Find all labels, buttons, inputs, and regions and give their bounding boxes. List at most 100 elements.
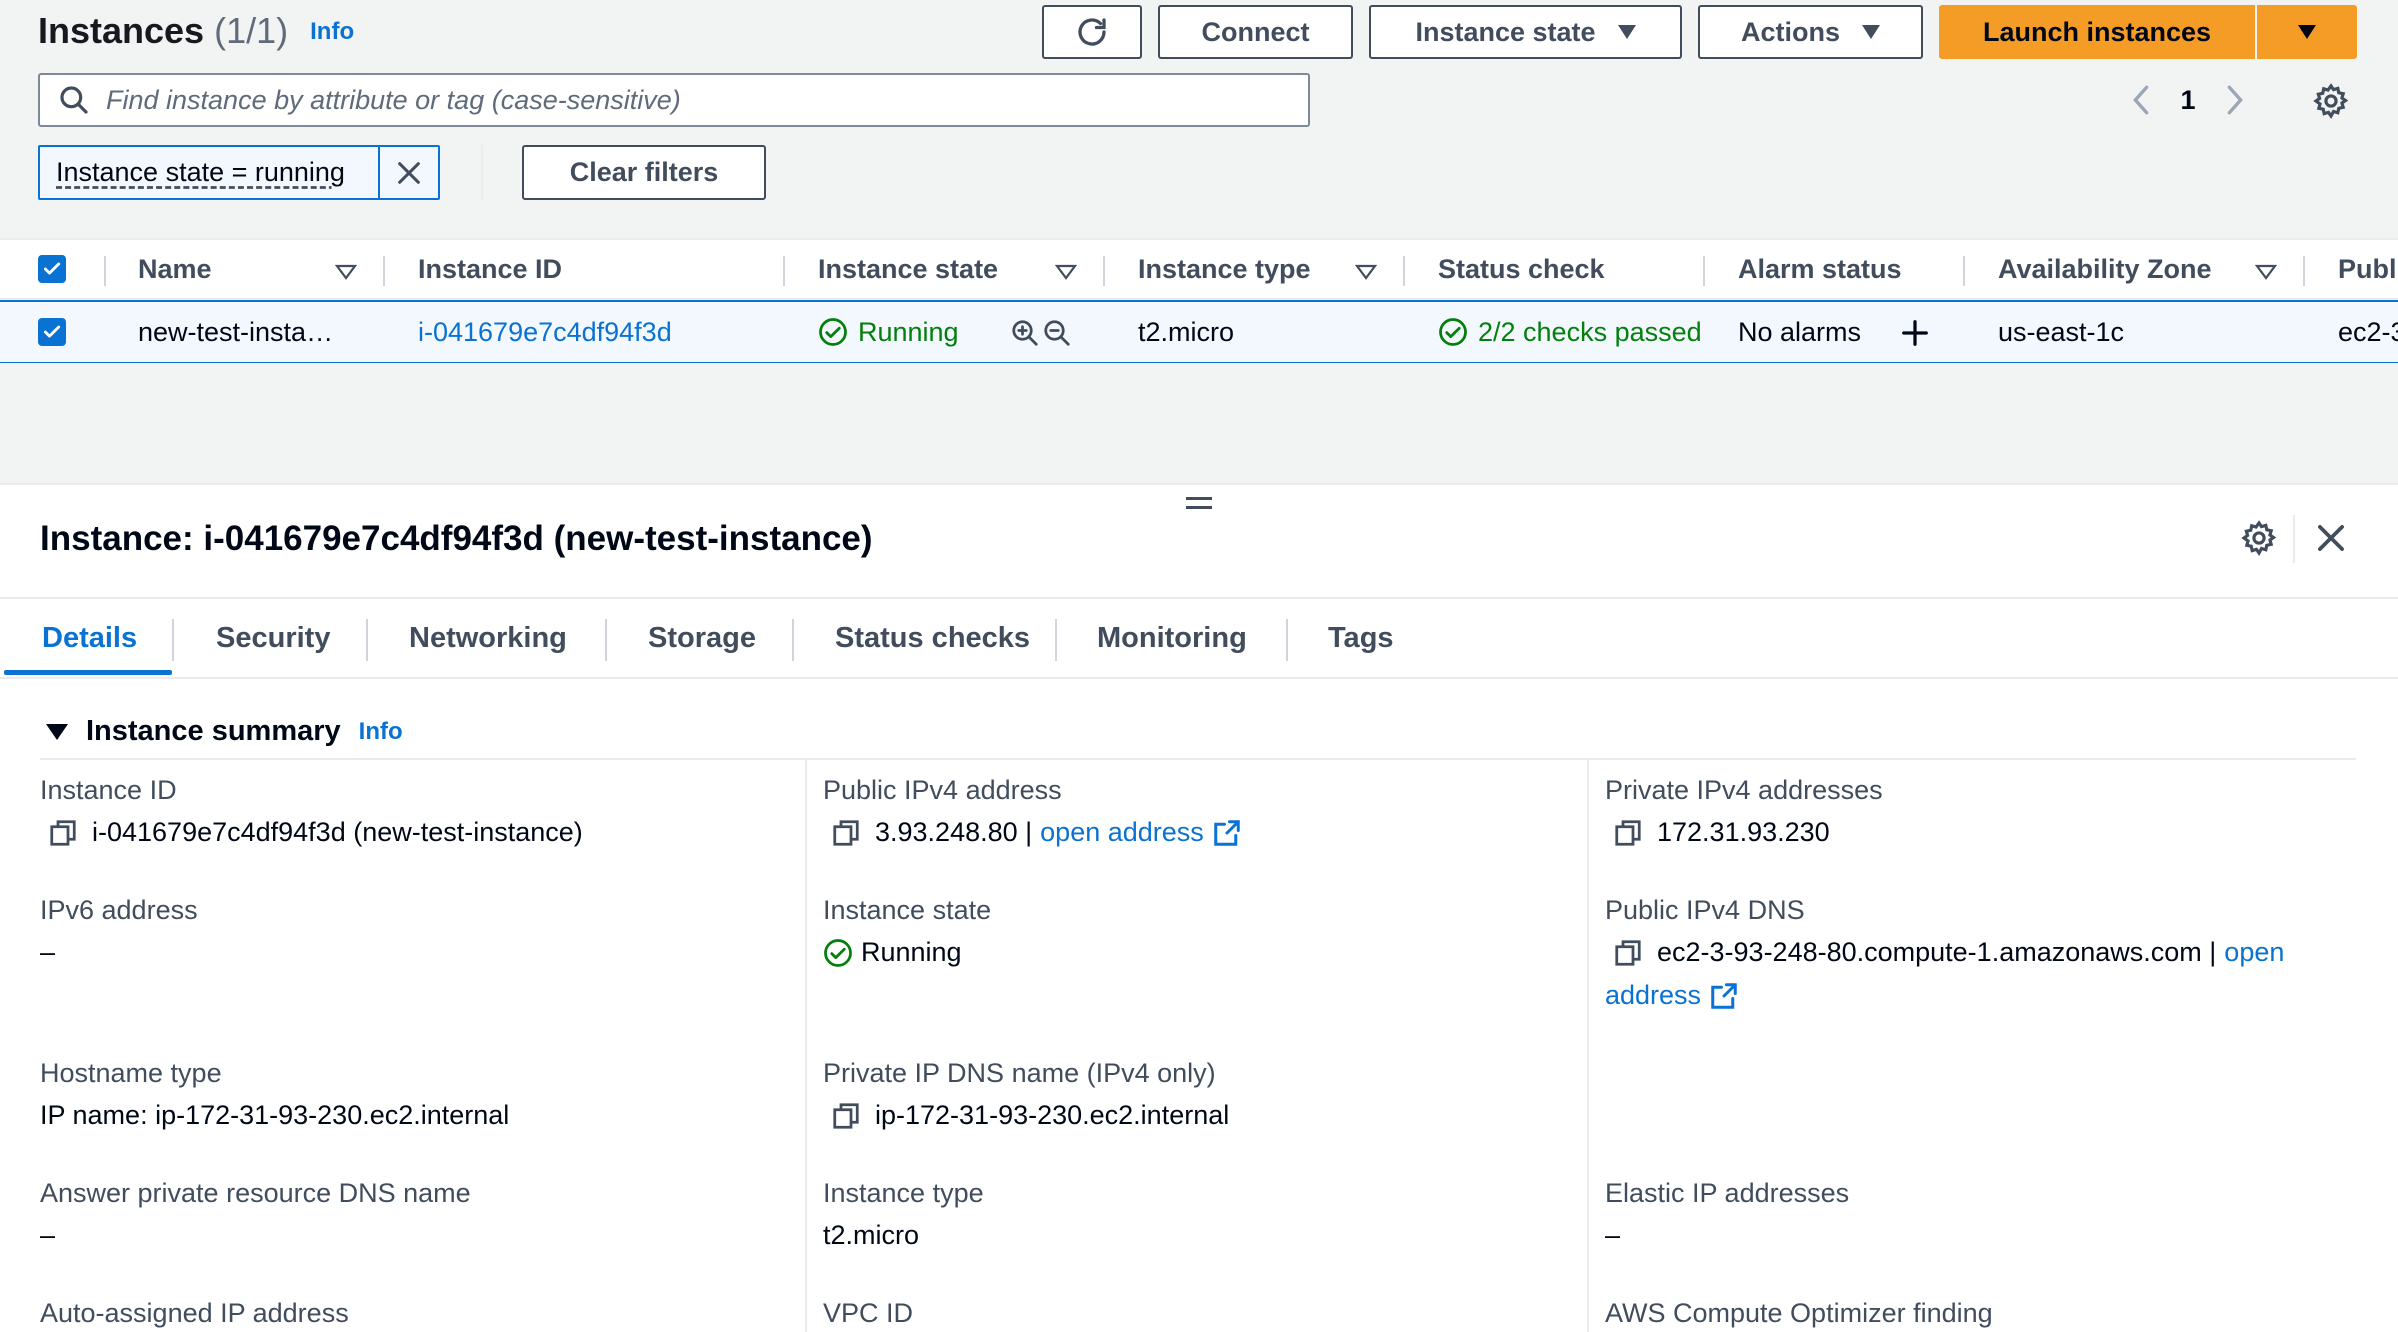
copy-icon[interactable] <box>1613 818 1643 848</box>
page-number[interactable]: 1 <box>2180 85 2195 116</box>
cell-instance-id-link[interactable]: i-041679e7c4df94f3d <box>418 302 672 362</box>
copy-icon[interactable] <box>1613 938 1643 968</box>
cell-availability-zone: us-east-1c <box>1998 316 2125 347</box>
external-link-icon[interactable] <box>1709 981 1739 1011</box>
remove-filter-button[interactable] <box>378 147 438 198</box>
tab-networking[interactable]: Networking <box>409 599 567 677</box>
status-check-text: 2/2 checks passed <box>1478 316 1702 347</box>
checkbox-checked-icon <box>38 318 66 346</box>
filter-token-label[interactable]: Instance state = running <box>40 157 378 188</box>
zoom-in-icon[interactable] <box>1010 318 1040 348</box>
label-compute-optimizer: AWS Compute Optimizer finding <box>1605 1298 1993 1328</box>
select-all-checkbox[interactable] <box>38 240 66 298</box>
actions-button[interactable]: Actions <box>1698 5 1923 59</box>
value-private-ipv4: 172.31.93.230 <box>1613 817 1830 848</box>
column-header-instance-type[interactable]: Instance type <box>1138 240 1311 298</box>
copy-icon[interactable] <box>48 818 78 848</box>
tab-details[interactable]: Details <box>42 599 137 677</box>
resize-handle[interactable] <box>1186 497 1212 515</box>
active-tab-indicator <box>4 670 172 675</box>
filter-caret-icon[interactable] <box>1055 264 1077 280</box>
cell-name: new-test-insta… <box>138 316 334 347</box>
label-answer-dns: Answer private resource DNS name <box>40 1178 471 1208</box>
info-link[interactable]: Info <box>359 718 403 746</box>
value-ipv6: – <box>40 937 56 967</box>
external-link-icon[interactable] <box>1212 818 1242 848</box>
value-instance-state: Running <box>823 937 962 968</box>
panel-title: Instance: i-041679e7c4df94f3d (new-test-… <box>40 519 873 558</box>
search-input[interactable]: Find instance by attribute or tag (case-… <box>38 73 1310 127</box>
label-instance-state: Instance state <box>823 895 992 925</box>
tab-security[interactable]: Security <box>216 599 330 677</box>
copy-icon[interactable] <box>831 1101 861 1131</box>
value-public-dns-continued: address <box>1605 980 1739 1011</box>
filter-caret-icon[interactable] <box>1355 264 1377 280</box>
column-divider <box>1403 256 1405 286</box>
private-dns-text: ip-172-31-93-230.ec2.internal <box>875 1100 1230 1130</box>
copy-icon[interactable] <box>831 818 861 848</box>
label-vpc-id: VPC ID <box>823 1298 914 1328</box>
label-instance-id: Instance ID <box>40 775 177 805</box>
launch-options-button[interactable] <box>2257 5 2357 59</box>
filter-token[interactable]: Instance state = running <box>38 145 440 200</box>
public-ipv4-text: 3.93.248.80 | <box>875 817 1033 847</box>
section-title: Instance summary <box>86 715 341 747</box>
details-split-panel: Instance: i-041679e7c4df94f3d (new-test-… <box>0 483 2398 1332</box>
column-header-alarm-status[interactable]: Alarm status <box>1738 240 1902 298</box>
row-checkbox[interactable] <box>38 302 66 362</box>
instance-state-button[interactable]: Instance state <box>1369 5 1682 59</box>
close-icon[interactable] <box>2312 519 2350 557</box>
label-elastic-ip: Elastic IP addresses <box>1605 1178 1850 1208</box>
gear-icon[interactable] <box>2240 519 2278 557</box>
column-divider <box>805 760 807 1332</box>
value-elastic-ip: – <box>1605 1220 1621 1250</box>
connect-button[interactable]: Connect <box>1158 5 1353 59</box>
instance-state-value-text: Running <box>861 937 962 967</box>
filter-caret-icon[interactable] <box>335 264 357 280</box>
info-link[interactable]: Info <box>310 18 354 45</box>
open-address-link[interactable]: open <box>2224 937 2284 968</box>
instance-summary-header[interactable]: Instance summary Info <box>46 715 403 748</box>
column-header-instance-state[interactable]: Instance state <box>818 240 998 298</box>
cell-alarm-status: No alarms <box>1738 316 1862 347</box>
add-alarm-icon[interactable] <box>1900 318 1930 348</box>
column-header-instance-id[interactable]: Instance ID <box>418 240 562 298</box>
chevron-left-icon[interactable] <box>2128 83 2154 117</box>
tab-divider <box>172 619 174 661</box>
instance-state-text: Running <box>858 316 959 347</box>
refresh-button[interactable] <box>1042 5 1142 59</box>
column-header-status-check[interactable]: Status check <box>1438 240 1605 298</box>
table-row[interactable]: new-test-insta… i-041679e7c4df94f3d Runn… <box>0 300 2398 364</box>
open-address-link[interactable]: open address <box>1040 817 1204 848</box>
chevron-right-icon[interactable] <box>2222 83 2248 117</box>
launch-instances-button[interactable]: Launch instances <box>1939 5 2255 59</box>
tab-storage[interactable]: Storage <box>648 599 756 677</box>
private-ipv4-text: 172.31.93.230 <box>1657 817 1830 847</box>
refresh-icon <box>1078 18 1106 46</box>
gear-icon[interactable] <box>2312 82 2350 120</box>
value-instance-type: t2.micro <box>823 1220 920 1250</box>
clear-filters-button[interactable]: Clear filters <box>522 145 766 200</box>
filter-caret-icon[interactable] <box>2255 264 2277 280</box>
column-header-public-dns[interactable]: Publ <box>2338 240 2397 298</box>
list-empty-area <box>0 363 2398 483</box>
caret-down-icon <box>1862 25 1880 39</box>
actions-button-label: Actions <box>1740 16 1840 47</box>
zoom-out-icon[interactable] <box>1042 318 1072 348</box>
tab-tags[interactable]: Tags <box>1328 599 1394 677</box>
tab-status-checks[interactable]: Status checks <box>835 599 1030 677</box>
column-divider <box>1703 256 1705 286</box>
value-public-ipv4: 3.93.248.80 | open address <box>831 817 1242 848</box>
column-header-availability-zone[interactable]: Availability Zone <box>1998 240 2212 298</box>
column-divider <box>1963 256 1965 286</box>
filter-divider <box>481 145 483 200</box>
caret-down-icon <box>1617 25 1636 39</box>
search-placeholder: Find instance by attribute or tag (case-… <box>106 84 681 115</box>
open-address-link[interactable]: address <box>1605 980 1701 1011</box>
tab-monitoring[interactable]: Monitoring <box>1097 599 1247 677</box>
cell-instance-type: t2.micro <box>1138 316 1235 347</box>
tab-divider <box>1055 619 1057 661</box>
caret-down-icon <box>2298 25 2316 39</box>
status-success-icon <box>1439 318 1467 346</box>
column-header-name[interactable]: Name <box>138 240 212 298</box>
